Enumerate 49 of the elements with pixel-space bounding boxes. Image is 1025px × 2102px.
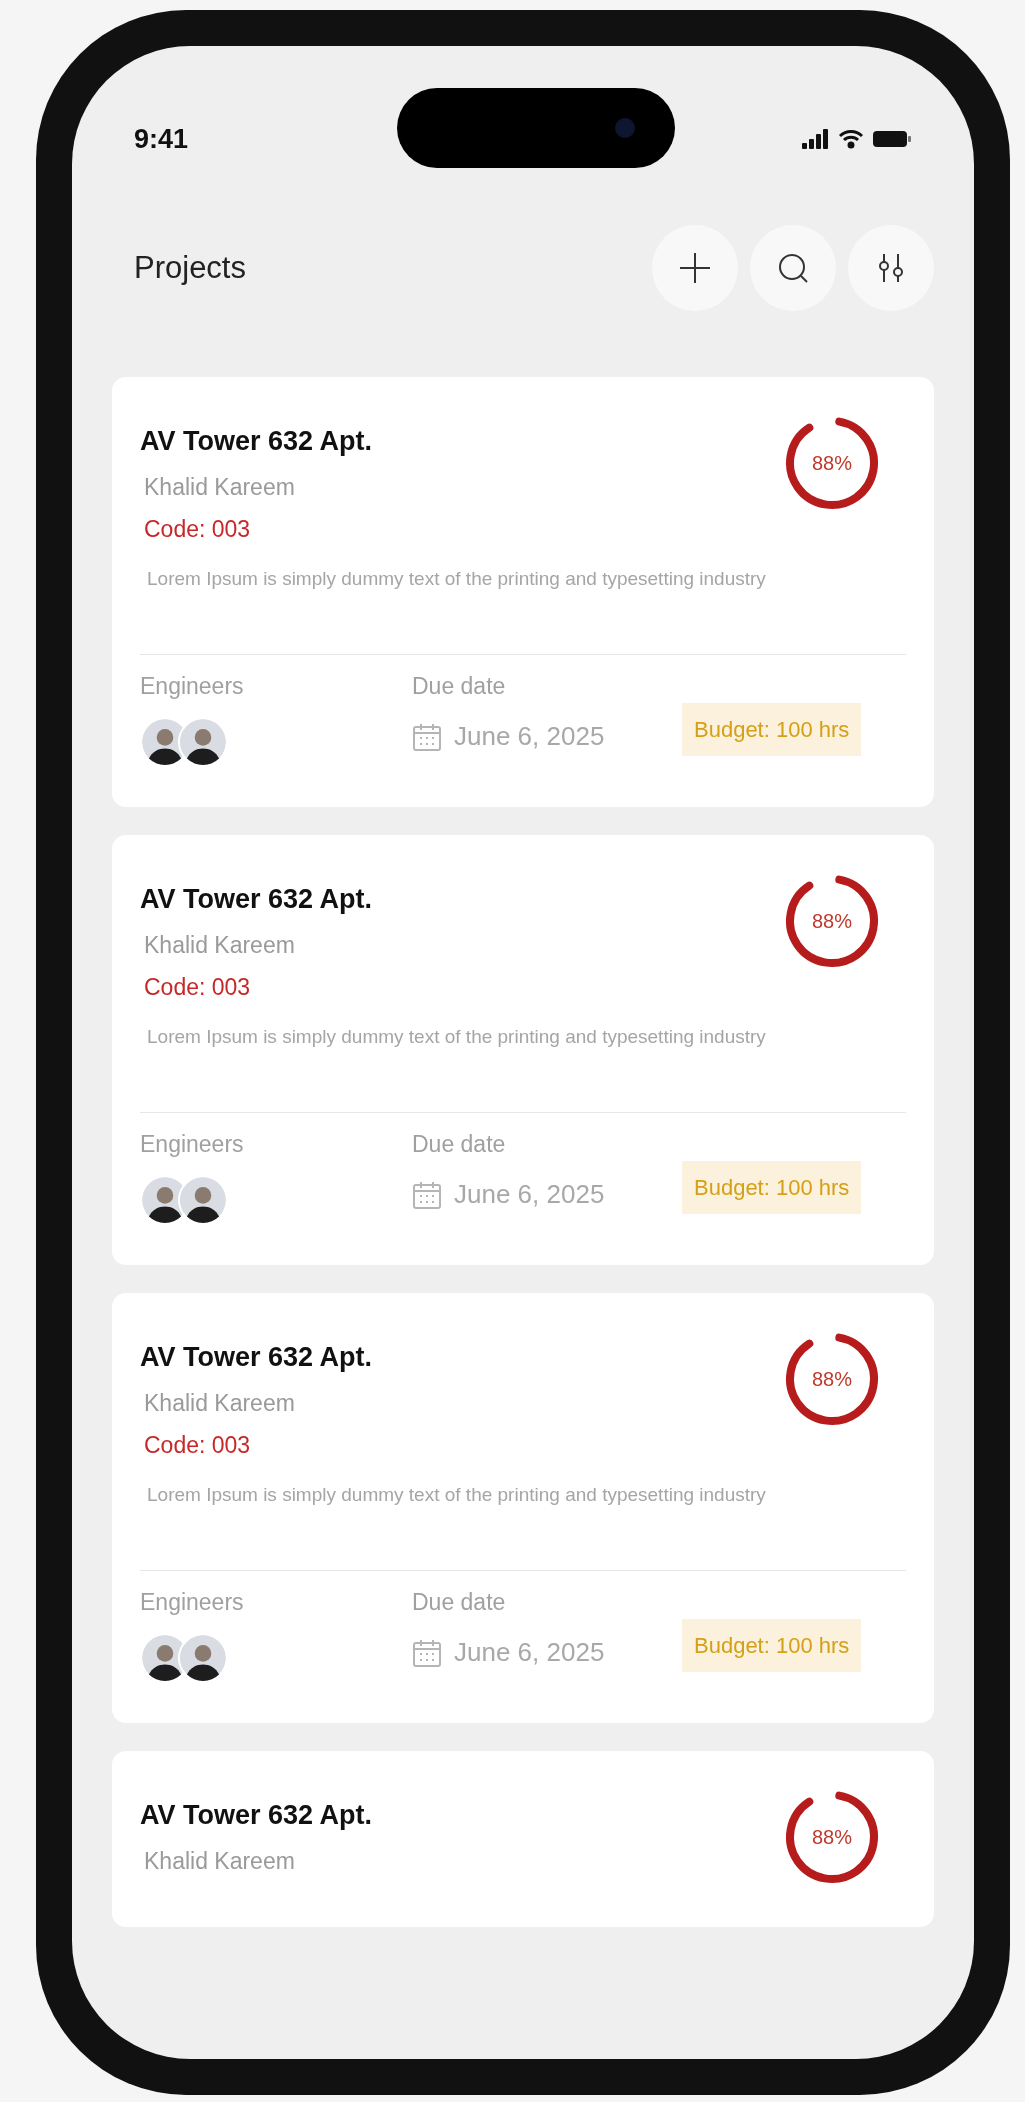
project-card[interactable]: AV Tower 632 Apt. Khalid Kareem Code: 003 88% Lorem Ipsum is simply dummy text of the printing and typesetting industry Engineers Due date June 6, 2025 Budget: 100 hrs (112, 377, 934, 807)
battery-icon (872, 129, 912, 149)
engineers-label: Engineers (140, 671, 245, 701)
owner-name: Khalid Kareem (144, 930, 296, 960)
project-card[interactable]: AV Tower 632 Apt. Khalid Kareem Code: 003 88% Lorem Ipsum is simply dummy text of the printing and typesetting industry Engineers Due date June 6, 2025 Budget: 100 hrs (112, 1293, 934, 1723)
due-date-label: Due date (412, 1129, 507, 1159)
project-code: Code: 003 (144, 973, 252, 1002)
owner-name: Khalid Kareem (144, 1846, 296, 1876)
project-description: Lorem Ipsum is simply dummy text of the printing and typesetting industry (147, 566, 767, 591)
camera-icon (615, 118, 635, 138)
avatar-icon (178, 1175, 228, 1225)
avatar-icon (178, 717, 228, 767)
project-description: Lorem Ipsum is simply dummy text of the printing and typesetting industry (147, 1024, 767, 1049)
progress-percent: 88% (812, 1367, 852, 1392)
page-title: Projects (134, 248, 246, 287)
budget-tag: Budget: 100 hrs (682, 702, 862, 756)
owner-name: Khalid Kareem (144, 1388, 296, 1418)
calendar-icon (412, 1637, 442, 1668)
budget-tag: Budget: 100 hrs (682, 1618, 862, 1672)
project-title: AV Tower 632 Apt. (140, 425, 373, 458)
calendar-icon (412, 721, 442, 752)
signal-icon (802, 129, 830, 149)
due-date-label: Due date (412, 1587, 507, 1617)
plus-icon (678, 251, 712, 285)
wifi-icon (838, 129, 864, 149)
progress-percent: 88% (812, 1825, 852, 1850)
calendar-icon (412, 1179, 442, 1210)
due-date: June 6, 2025 (454, 1636, 605, 1669)
settings-icon (877, 252, 905, 284)
due-date-label: Due date (412, 671, 507, 701)
due-date: June 6, 2025 (454, 720, 605, 753)
status-time: 9:41 (134, 122, 189, 156)
project-title: AV Tower 632 Apt. (140, 883, 373, 916)
project-title: AV Tower 632 Apt. (140, 1341, 373, 1374)
engineers-label: Engineers (140, 1129, 245, 1159)
progress-percent: 88% (812, 909, 852, 934)
progress-percent: 88% (812, 451, 852, 476)
due-date: June 6, 2025 (454, 1178, 605, 1211)
project-card[interactable]: AV Tower 632 Apt. Khalid Kareem Code: 003 88% Lorem Ipsum is simply dummy text of the printing and typesetting industry Engineers Due date June 6, 2025 Budget: 100 hrs (112, 835, 934, 1265)
project-code: Code: 003 (144, 515, 252, 544)
project-description: Lorem Ipsum is simply dummy text of the printing and typesetting industry (147, 1482, 767, 1507)
budget-tag: Budget: 100 hrs (682, 1160, 862, 1214)
owner-name: Khalid Kareem (144, 472, 296, 502)
engineers-label: Engineers (140, 1587, 245, 1617)
project-card[interactable]: AV Tower 632 Apt. Khalid Kareem 88% (112, 1751, 934, 1927)
project-code: Code: 003 (144, 1431, 252, 1460)
search-icon (776, 251, 810, 285)
avatar-icon (178, 1633, 228, 1683)
project-title: AV Tower 632 Apt. (140, 1799, 373, 1832)
